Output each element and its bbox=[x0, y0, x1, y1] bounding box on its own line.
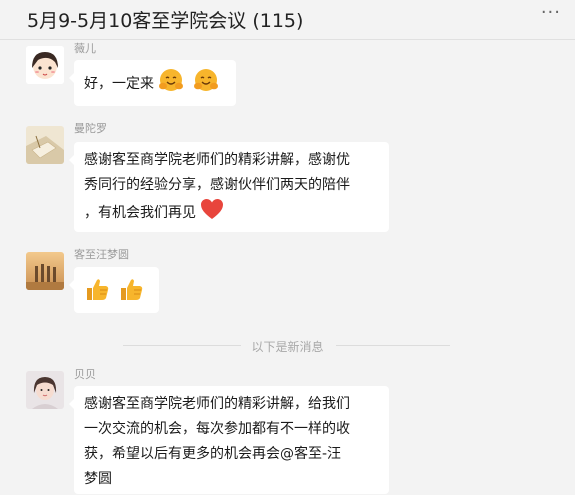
message-text-line: 秀同行的经验分享，感谢伙伴们两天的陪伴 bbox=[84, 177, 350, 193]
sender-name: 客至汪梦圆 bbox=[74, 248, 129, 261]
message-text-line: 感谢客至商学院老师们的精彩讲解，给我们 bbox=[84, 396, 350, 412]
avatar[interactable] bbox=[26, 252, 64, 290]
hugging-face-emoji-icon bbox=[158, 67, 184, 102]
new-messages-label: 以下是新消息 bbox=[251, 340, 324, 354]
message-text-line: 获，希望以后有更多的机会再会@客至-汪 bbox=[84, 446, 342, 462]
avatar[interactable] bbox=[26, 126, 64, 164]
new-messages-divider: 以下是新消息 bbox=[0, 336, 575, 356]
sender-name: 薇儿 bbox=[74, 42, 96, 55]
message-bubble[interactable]: 感谢客至商学院老师们的精彩讲解，感谢优 秀同行的经验分享，感谢伙伴们两天的陪伴 … bbox=[69, 142, 389, 232]
hugging-face-emoji-icon bbox=[193, 67, 219, 102]
more-options-button[interactable]: ··· bbox=[541, 2, 561, 23]
message-text-line: ，有机会我们再见 bbox=[84, 205, 196, 221]
chat-header: 5月9-5月10客至学院会议 (115) ··· bbox=[0, 0, 575, 40]
message-text-line: 梦圆 bbox=[84, 471, 112, 487]
message-bubble[interactable]: 好，一定来 bbox=[69, 60, 236, 106]
divider-line bbox=[336, 345, 450, 346]
message-text-line: 一次交流的机会，每次参加都有不一样的收 bbox=[84, 421, 350, 437]
message-text: 好，一定来 bbox=[84, 76, 154, 92]
thumbs-up-emoji-icon bbox=[118, 276, 144, 311]
sender-name: 曼陀罗 bbox=[74, 122, 107, 135]
sender-name: 贝贝 bbox=[74, 368, 96, 381]
message-bubble[interactable] bbox=[69, 267, 159, 313]
chat-title: 5月9-5月10客至学院会议 (115) bbox=[27, 10, 304, 32]
red-heart-emoji-icon bbox=[200, 198, 224, 229]
avatar[interactable] bbox=[26, 371, 64, 409]
thumbs-up-emoji-icon bbox=[84, 276, 110, 311]
message-bubble[interactable]: 感谢客至商学院老师们的精彩讲解，给我们 一次交流的机会，每次参加都有不一样的收 … bbox=[69, 386, 389, 494]
message-text-line: 感谢客至商学院老师们的精彩讲解，感谢优 bbox=[84, 152, 350, 168]
avatar[interactable] bbox=[26, 46, 64, 84]
